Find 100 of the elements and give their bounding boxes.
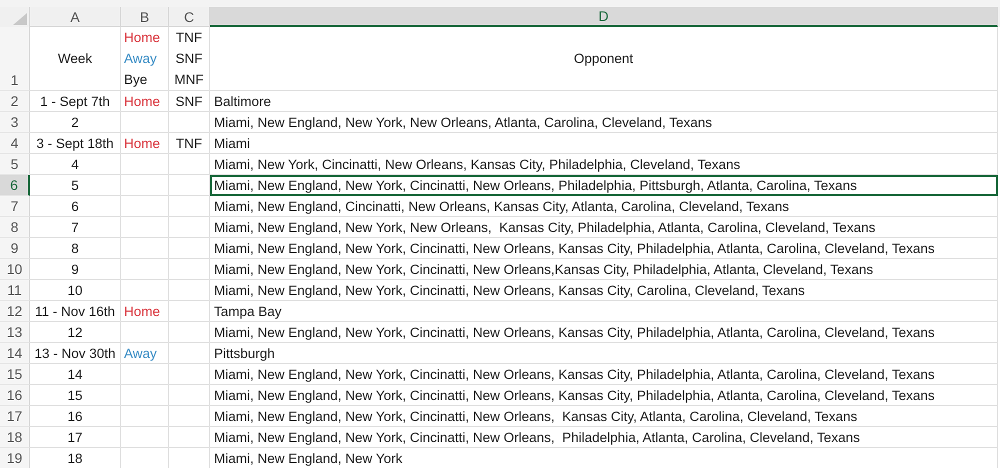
- table-cell: Miami, New England, New York, Cincinatti, New Orleans, Kansas City, Philadelphia, Atlanta, Carolina, Cleveland, Texans: [210, 322, 998, 343]
- column-header[interactable]: A: [30, 7, 121, 27]
- table-cell: 6: [30, 196, 121, 217]
- table-cell: Miami: [210, 133, 998, 154]
- row-header[interactable]: 17: [0, 406, 30, 427]
- row-header[interactable]: 11: [0, 280, 30, 301]
- table-cell: [121, 154, 169, 175]
- table-cell: 14: [30, 364, 121, 385]
- table-cell: Miami, New England, New York, Cincinatti, New Orleans, Philadelphia, Pittsburgh, Atlanta, Carolina, Texans: [210, 175, 998, 196]
- row-header[interactable]: 12: [0, 301, 30, 322]
- table-cell: Miami, New England, New York, Cincinatti, New Orleans, Kansas City, Carolina, Cleveland, Texans: [210, 280, 998, 301]
- table-cell: Home: [121, 133, 169, 154]
- legend-label: TNF: [176, 29, 202, 47]
- table-cell: [169, 427, 210, 448]
- table-cell: Miami, New England, Cincinatti, New Orleans, Kansas City, Atlanta, Carolina, Cleveland, Texans: [210, 196, 998, 217]
- row-header[interactable]: 10: [0, 259, 30, 280]
- table-cell: Miami, New England, New York, Cincinatti, New Orleans, Kansas City, Philadelphia, Atlanta, Carolina, Cleveland, Texans: [210, 385, 998, 406]
- table-cell: [169, 175, 210, 196]
- table-cell: [169, 406, 210, 427]
- table-cell: [121, 217, 169, 238]
- table-cell: [121, 322, 169, 343]
- row-header[interactable]: 7: [0, 196, 30, 217]
- table-cell: 13 - Nov 30th: [30, 343, 121, 364]
- table-cell: 10: [30, 280, 121, 301]
- table-cell: SNF: [169, 91, 210, 112]
- table-cell: 5: [30, 175, 121, 196]
- table-cell: [121, 112, 169, 133]
- table-cell: [169, 301, 210, 322]
- table-cell: Baltimore: [210, 91, 998, 112]
- table-cell: [169, 364, 210, 385]
- table-cell: 8: [30, 238, 121, 259]
- column-header[interactable]: D: [210, 7, 998, 27]
- table-cell: [121, 385, 169, 406]
- legend-label: Bye: [124, 71, 148, 89]
- table-cell: [169, 154, 210, 175]
- table-cell: Away: [121, 343, 169, 364]
- table-cell: [121, 427, 169, 448]
- table-cell: [121, 259, 169, 280]
- table-cell: [169, 196, 210, 217]
- row-header[interactable]: 2: [0, 91, 30, 112]
- table-cell: [121, 238, 169, 259]
- table-cell: Home: [121, 301, 169, 322]
- table-cell: [169, 238, 210, 259]
- table-cell: [169, 280, 210, 301]
- table-cell: 11 - Nov 16th: [30, 301, 121, 322]
- row-header[interactable]: 9: [0, 238, 30, 259]
- legend-label: Away: [124, 50, 157, 68]
- table-cell: Miami, New England, New York, Cincinatti, New Orleans,Kansas City, Philadelphia, Atlanta, Cleveland, Texans: [210, 259, 998, 280]
- table-cell: Miami, New England, New York, Cincinatti, New Orleans, Kansas City, Philadelphia, Atlanta, Carolina, Cleveland, Texans: [210, 238, 998, 259]
- table-cell: 17: [30, 427, 121, 448]
- row-header[interactable]: 19: [0, 448, 30, 468]
- select-all-icon[interactable]: [13, 13, 27, 25]
- table-cell: Miami, New York, Cincinatti, New Orleans, Kansas City, Philadelphia, Cleveland, Texans: [210, 154, 998, 175]
- table-cell: Tampa Bay: [210, 301, 998, 322]
- table-cell: Home: [121, 91, 169, 112]
- table-cell: Miami, New England, New York, New Orleans, Kansas City, Philadelphia, Atlanta, Carolina, Cleveland, Texans: [210, 217, 998, 238]
- row-header[interactable]: 4: [0, 133, 30, 154]
- table-cell: 12: [30, 322, 121, 343]
- table-cell: [121, 406, 169, 427]
- table-cell: Miami, New England, New York, New Orleans, Atlanta, Carolina, Cleveland, Texans: [210, 112, 998, 133]
- table-cell: Miami, New England, New York, Cincinatti, New Orleans, Philadelphia, Atlanta, Carolina, Cleveland, Texans: [210, 427, 998, 448]
- row-header[interactable]: 16: [0, 385, 30, 406]
- table-cell: 9: [30, 259, 121, 280]
- table-cell: [169, 385, 210, 406]
- table-cell: [169, 217, 210, 238]
- table-cell: [121, 175, 169, 196]
- table-cell: 3 - Sept 18th: [30, 133, 121, 154]
- table-cell: 18: [30, 448, 121, 468]
- table-cell: [169, 343, 210, 364]
- table-cell: Miami, New England, New York, Cincinatti, New Orleans, Kansas City, Atlanta, Carolina, Cleveland, Texans: [210, 406, 998, 427]
- row-header[interactable]: 5: [0, 154, 30, 175]
- table-cell: [121, 196, 169, 217]
- table-cell: 7: [30, 217, 121, 238]
- column-header[interactable]: B: [121, 7, 169, 27]
- row-header[interactable]: 14: [0, 343, 30, 364]
- table-cell: 1 - Sept 7th: [30, 91, 121, 112]
- table-cell: [169, 112, 210, 133]
- table-cell: Miami, New England, New York, Cincinatti, New Orleans, Kansas City, Philadelphia, Atlanta, Carolina, Cleveland, Texans: [210, 364, 998, 385]
- table-cell: TNF: [169, 133, 210, 154]
- table-cell: [121, 364, 169, 385]
- row-header[interactable]: 3: [0, 112, 30, 133]
- row-header[interactable]: 13: [0, 322, 30, 343]
- legend-label: SNF: [176, 50, 202, 68]
- table-cell: [169, 259, 210, 280]
- row-header[interactable]: 18: [0, 427, 30, 448]
- table-cell: Pittsburgh: [210, 343, 998, 364]
- legend-label: Home: [124, 29, 160, 47]
- table-cell: Miami, New England, New York: [210, 448, 998, 468]
- header-cell: Opponent: [574, 51, 634, 66]
- table-cell: 16: [30, 406, 121, 427]
- table-cell: [169, 322, 210, 343]
- row-header[interactable]: 1: [0, 27, 30, 91]
- row-header[interactable]: 6: [0, 175, 30, 196]
- table-cell: [121, 280, 169, 301]
- header-cell: Week: [58, 51, 92, 66]
- table-cell: 15: [30, 385, 121, 406]
- table-cell: 2: [30, 112, 121, 133]
- row-header[interactable]: 15: [0, 364, 30, 385]
- legend-label: MNF: [174, 71, 204, 89]
- row-header[interactable]: 8: [0, 217, 30, 238]
